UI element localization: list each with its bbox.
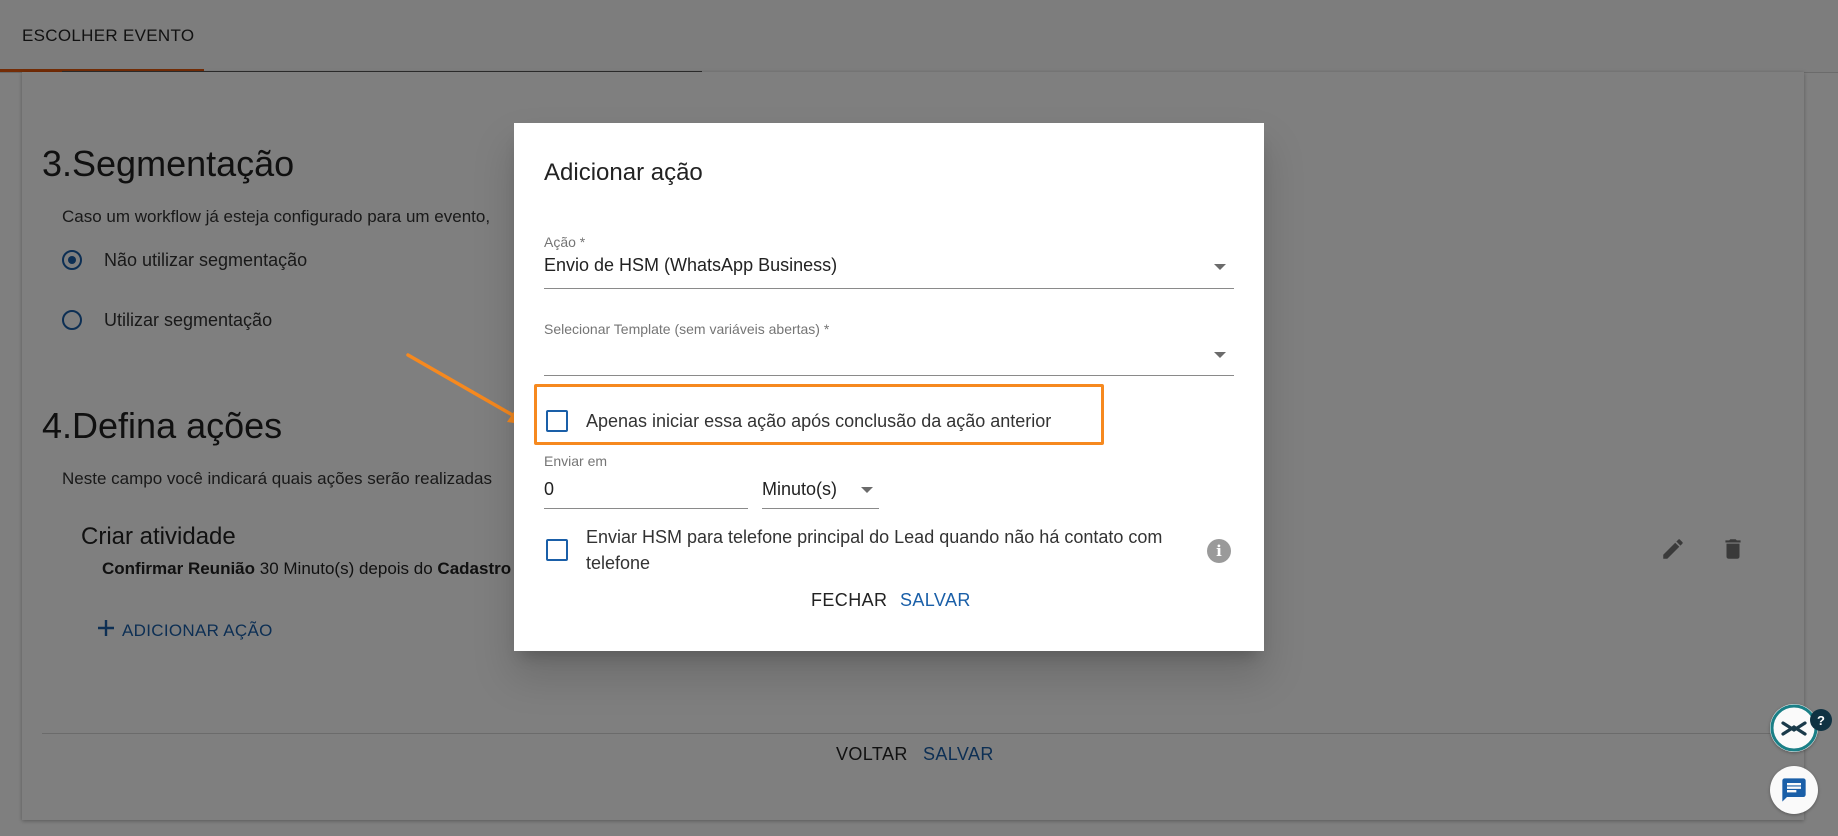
help-widget[interactable]	[1770, 704, 1818, 752]
send-in-input[interactable]: 0	[544, 477, 748, 509]
dialog-title: Adicionar ação	[544, 159, 703, 186]
send-in-value: 0	[544, 479, 555, 499]
template-field-label: Selecionar Template (sem variáveis abert…	[544, 321, 830, 337]
info-icon[interactable]: i	[1207, 539, 1231, 563]
template-select-underline	[544, 375, 1234, 376]
action-select-value: Envio de HSM (WhatsApp Business)	[544, 255, 838, 275]
wait-previous-checkbox[interactable]	[546, 410, 568, 432]
chevrons-icon	[1770, 704, 1818, 752]
unit-select-value: Minuto(s)	[762, 479, 838, 499]
wait-previous-label: Apenas iniciar essa ação após conclusão …	[586, 411, 1052, 431]
chat-icon	[1782, 778, 1806, 802]
send-in-underline	[544, 508, 748, 509]
chevron-down-icon	[1214, 352, 1226, 358]
template-select[interactable]	[544, 343, 1234, 377]
close-button[interactable]: FECHAR	[811, 590, 887, 611]
save-button[interactable]: SALVAR	[900, 590, 971, 611]
help-badge[interactable]: ?	[1810, 709, 1832, 731]
add-action-dialog: Adicionar ação Ação * Envio de HSM (What…	[514, 123, 1264, 651]
unit-select-underline	[762, 508, 879, 509]
send-main-phone-checkbox[interactable]	[546, 539, 568, 561]
chat-widget[interactable]	[1770, 766, 1818, 814]
chevron-down-icon	[1214, 264, 1226, 270]
action-field-label: Ação *	[544, 234, 586, 250]
action-select-underline	[544, 288, 1234, 289]
unit-select[interactable]: Minuto(s)	[762, 477, 879, 509]
send-in-label: Enviar em	[544, 453, 608, 469]
action-select[interactable]: Envio de HSM (WhatsApp Business)	[544, 255, 1234, 289]
chevron-down-icon	[861, 487, 873, 493]
send-main-phone-label: Enviar HSM para telefone principal do Le…	[586, 527, 1163, 573]
